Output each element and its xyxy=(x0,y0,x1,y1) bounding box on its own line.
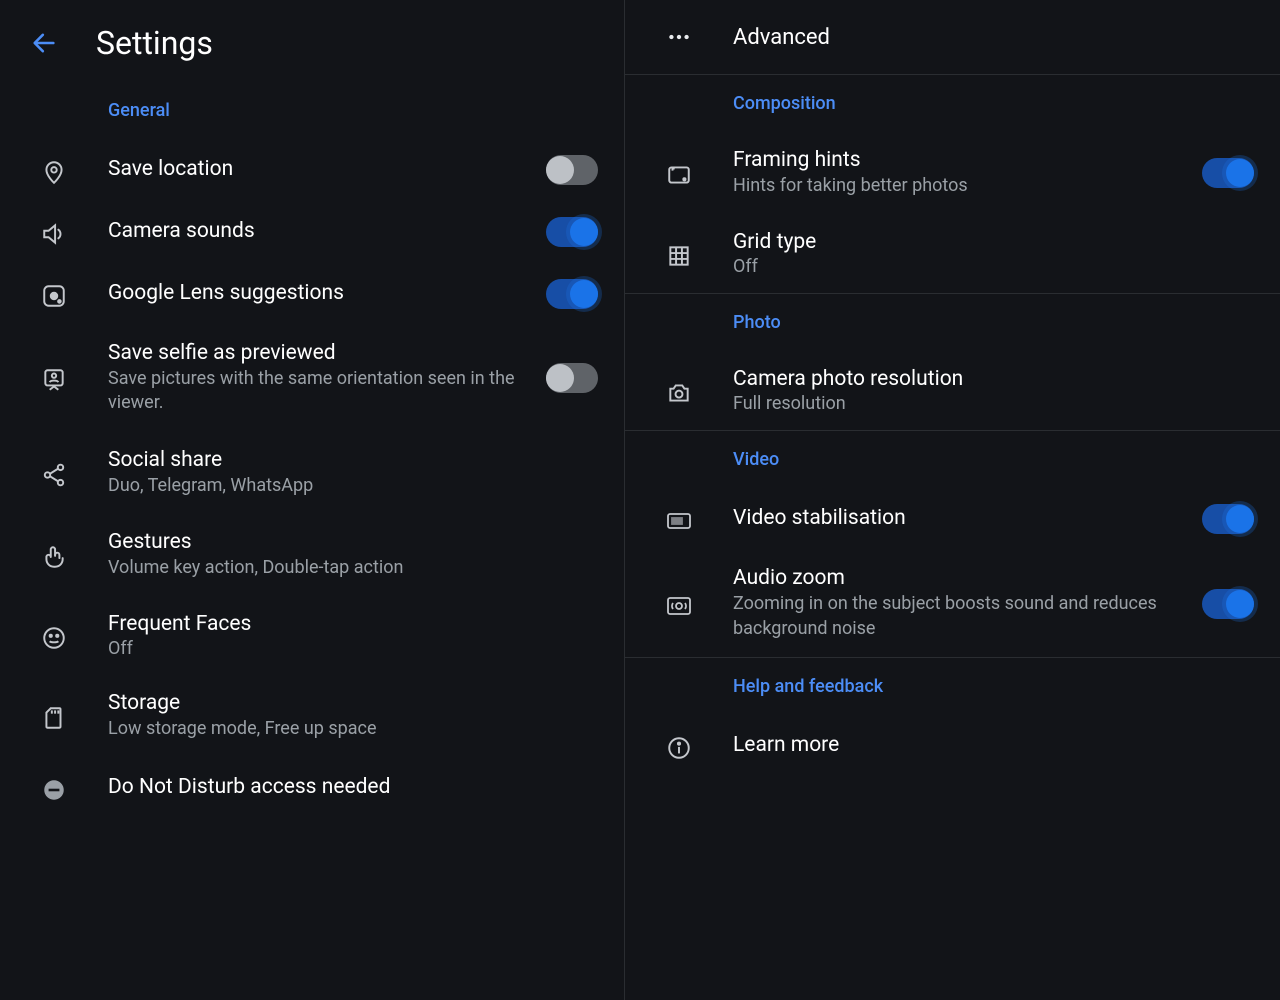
more-horizontal-icon xyxy=(653,24,705,50)
toggle-video-stabilisation[interactable] xyxy=(1202,504,1254,534)
row-title: Camera photo resolution xyxy=(733,367,1254,391)
page-title: Settings xyxy=(96,24,213,62)
row-subtitle: Volume key action, Double-tap action xyxy=(108,556,598,580)
do-not-disturb-icon xyxy=(28,773,80,803)
gesture-icon xyxy=(28,540,80,570)
row-subtitle: Hints for taking better photos xyxy=(733,174,1174,198)
row-title: Audio zoom xyxy=(733,566,1174,590)
section-composition: Composition xyxy=(625,75,1280,132)
row-grid-type[interactable]: Grid type Off xyxy=(625,214,1280,293)
row-title: Save selfie as previewed xyxy=(108,341,518,365)
row-learn-more[interactable]: Learn more xyxy=(625,715,1280,777)
location-icon xyxy=(28,155,80,185)
face-icon xyxy=(28,621,80,651)
settings-pane: Settings General Save location Camera so… xyxy=(0,0,624,1000)
toggle-camera-sounds[interactable] xyxy=(546,217,598,247)
toggle-save-selfie[interactable] xyxy=(546,363,598,393)
row-social-share[interactable]: Social share Duo, Telegram, WhatsApp xyxy=(0,432,624,514)
row-video-stabilisation[interactable]: Video stabilisation xyxy=(625,488,1280,550)
row-save-location[interactable]: Save location xyxy=(0,139,624,201)
section-help: Help and feedback xyxy=(625,658,1280,715)
row-title: Storage xyxy=(108,691,598,715)
row-title: Learn more xyxy=(733,733,1254,757)
row-title: Grid type xyxy=(733,230,1254,254)
advanced-pane: Advanced Composition Framing hints Hints… xyxy=(624,0,1280,1000)
video-icon xyxy=(653,506,705,532)
info-icon xyxy=(653,731,705,761)
row-title: Gestures xyxy=(108,530,598,554)
row-subtitle: Zooming in on the subject boosts sound a… xyxy=(733,592,1174,641)
advanced-header[interactable]: Advanced xyxy=(625,0,1280,74)
lens-icon xyxy=(28,279,80,309)
row-framing-hints[interactable]: Framing hints Hints for taking better ph… xyxy=(625,132,1280,214)
selfie-icon xyxy=(28,363,80,393)
settings-header: Settings xyxy=(0,0,624,82)
row-title: Do Not Disturb access needed xyxy=(108,775,598,799)
row-title: Save location xyxy=(108,157,518,181)
toggle-framing-hints[interactable] xyxy=(1202,158,1254,188)
section-photo: Photo xyxy=(625,294,1280,351)
row-title: Social share xyxy=(108,448,598,472)
section-video: Video xyxy=(625,431,1280,488)
row-lens-suggestions[interactable]: Google Lens suggestions xyxy=(0,263,624,325)
grid-icon xyxy=(653,239,705,269)
toggle-audio-zoom[interactable] xyxy=(1202,589,1254,619)
row-photo-resolution[interactable]: Camera photo resolution Full resolution xyxy=(625,351,1280,430)
back-button[interactable] xyxy=(28,27,60,59)
toggle-lens-suggestions[interactable] xyxy=(546,279,598,309)
row-subtitle: Low storage mode, Free up space xyxy=(108,717,598,741)
row-dnd-access[interactable]: Do Not Disturb access needed xyxy=(0,757,624,819)
row-camera-sounds[interactable]: Camera sounds xyxy=(0,201,624,263)
row-title: Video stabilisation xyxy=(733,506,1174,530)
row-gestures[interactable]: Gestures Volume key action, Double-tap a… xyxy=(0,514,624,596)
row-save-selfie[interactable]: Save selfie as previewed Save pictures w… xyxy=(0,325,624,432)
row-audio-zoom[interactable]: Audio zoom Zooming in on the subject boo… xyxy=(625,550,1280,657)
row-title: Framing hints xyxy=(733,148,1174,172)
share-icon xyxy=(28,458,80,488)
row-title: Camera sounds xyxy=(108,219,518,243)
sound-icon xyxy=(28,217,80,247)
audio-zoom-icon xyxy=(653,590,705,618)
row-value: Off xyxy=(108,638,598,659)
row-storage[interactable]: Storage Low storage mode, Free up space xyxy=(0,675,624,757)
toggle-save-location[interactable] xyxy=(546,155,598,185)
advanced-title: Advanced xyxy=(733,25,830,50)
row-title: Google Lens suggestions xyxy=(108,281,518,305)
row-subtitle: Duo, Telegram, WhatsApp xyxy=(108,474,598,498)
camera-icon xyxy=(653,376,705,406)
frame-icon xyxy=(653,158,705,188)
row-value: Off xyxy=(733,256,1254,277)
sd-card-icon xyxy=(28,701,80,731)
row-subtitle: Save pictures with the same orientation … xyxy=(108,367,518,416)
row-title: Frequent Faces xyxy=(108,612,598,636)
arrow-left-icon xyxy=(30,29,58,57)
section-general: General xyxy=(0,82,624,139)
row-value: Full resolution xyxy=(733,393,1254,414)
row-frequent-faces[interactable]: Frequent Faces Off xyxy=(0,596,624,675)
